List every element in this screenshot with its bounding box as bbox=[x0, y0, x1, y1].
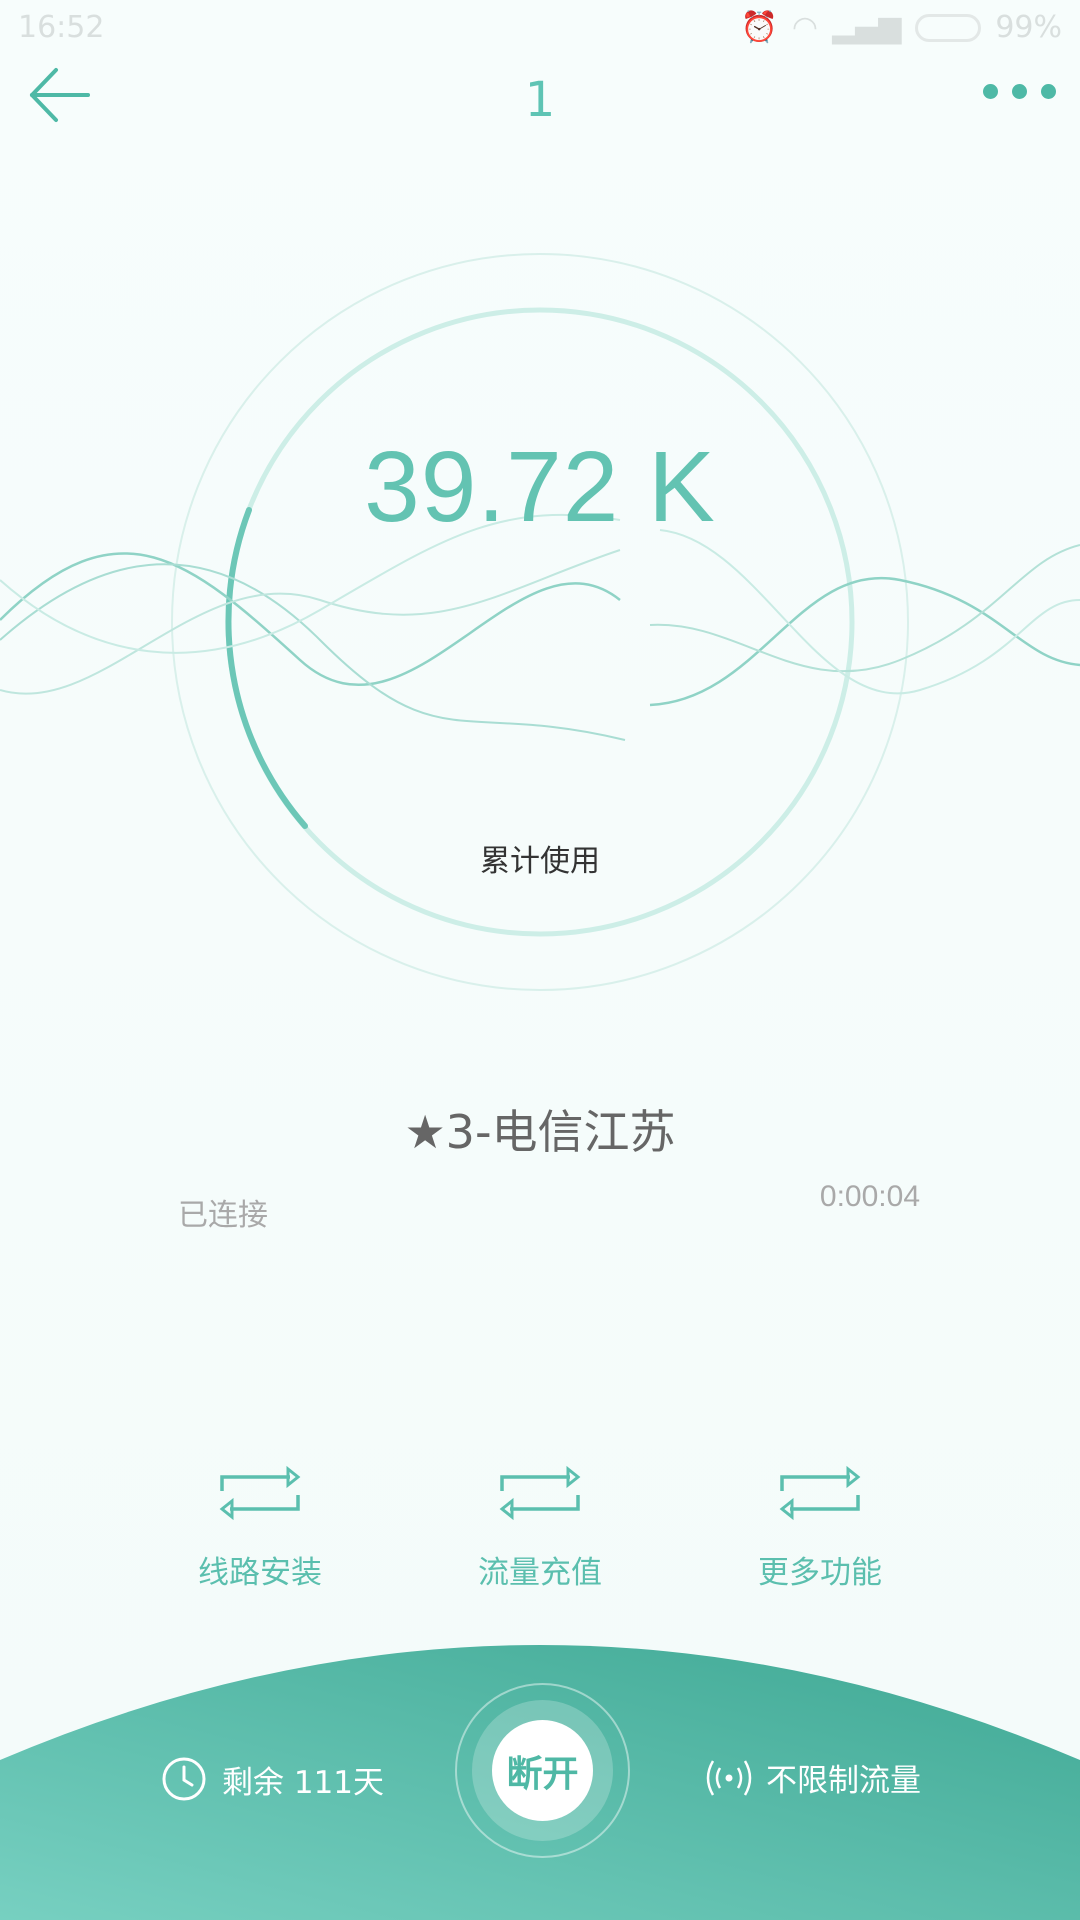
wave-line bbox=[0, 552, 621, 686]
page-title: 1 bbox=[524, 72, 556, 128]
wave-line bbox=[649, 544, 1080, 673]
traffic-plan-text: 不限制流量 bbox=[766, 1763, 921, 1799]
more-dots-icon bbox=[983, 84, 998, 99]
status-time: 16:52 bbox=[18, 10, 105, 45]
gauge-progress-arc bbox=[225, 507, 308, 829]
swap-arrows-icon bbox=[499, 1465, 581, 1521]
usage-value: 39.72 K bbox=[364, 431, 716, 543]
connection-duration: 0:00:04 bbox=[819, 1180, 920, 1213]
alarm-icon: ⏰ bbox=[740, 10, 778, 45]
server-name[interactable]: ★3-电信江苏 bbox=[0, 1096, 1080, 1162]
more-features-button[interactable]: 更多功能 bbox=[720, 1465, 920, 1592]
signal-broadcast-icon bbox=[706, 1759, 752, 1796]
traffic-recharge-button[interactable]: 流量充值 bbox=[440, 1465, 640, 1592]
usage-label: 累计使用 bbox=[480, 844, 600, 879]
action-label: 更多功能 bbox=[758, 1555, 882, 1591]
battery-percent: 99% bbox=[995, 10, 1062, 45]
wave-line bbox=[0, 563, 626, 741]
connection-status: 已连接 bbox=[178, 1198, 268, 1233]
line-install-button[interactable]: 线路安装 bbox=[160, 1465, 360, 1592]
battery-icon bbox=[915, 13, 982, 42]
usage-gauge bbox=[0, 253, 1080, 991]
wave-line bbox=[0, 549, 621, 695]
more-dots-icon bbox=[1012, 84, 1027, 99]
action-bar: 线路安装 流量充值 更多功能 bbox=[0, 1465, 1080, 1605]
status-icons: ⏰ ◠ ▂▄▆ 99% bbox=[741, 10, 1062, 45]
wifi-icon: ◠ bbox=[791, 10, 819, 45]
disconnect-label: 断开 bbox=[492, 1720, 593, 1821]
swap-arrows-icon bbox=[219, 1465, 301, 1521]
vpn-connection-screen: 16:52 ⏰ ◠ ▂▄▆ 99% 1 39.72 K 累计使用 ★3-电信江苏… bbox=[0, 0, 1080, 1920]
signal-icon: ▂▄▆ bbox=[832, 10, 902, 45]
status-bar: 16:52 ⏰ ◠ ▂▄▆ 99% bbox=[0, 0, 1080, 60]
traffic-plan: 不限制流量 bbox=[706, 1755, 921, 1800]
more-dots-icon bbox=[1041, 84, 1056, 99]
remaining-days: 剩余 111天 bbox=[160, 1755, 384, 1803]
action-label: 线路安装 bbox=[198, 1555, 322, 1591]
remaining-days-text: 剩余 111天 bbox=[222, 1764, 385, 1801]
swap-arrows-icon bbox=[779, 1465, 861, 1521]
more-button[interactable] bbox=[983, 84, 1056, 99]
clock-icon bbox=[162, 1757, 206, 1801]
action-label: 流量充值 bbox=[478, 1555, 602, 1591]
disconnect-button[interactable]: 断开 bbox=[455, 1683, 630, 1858]
